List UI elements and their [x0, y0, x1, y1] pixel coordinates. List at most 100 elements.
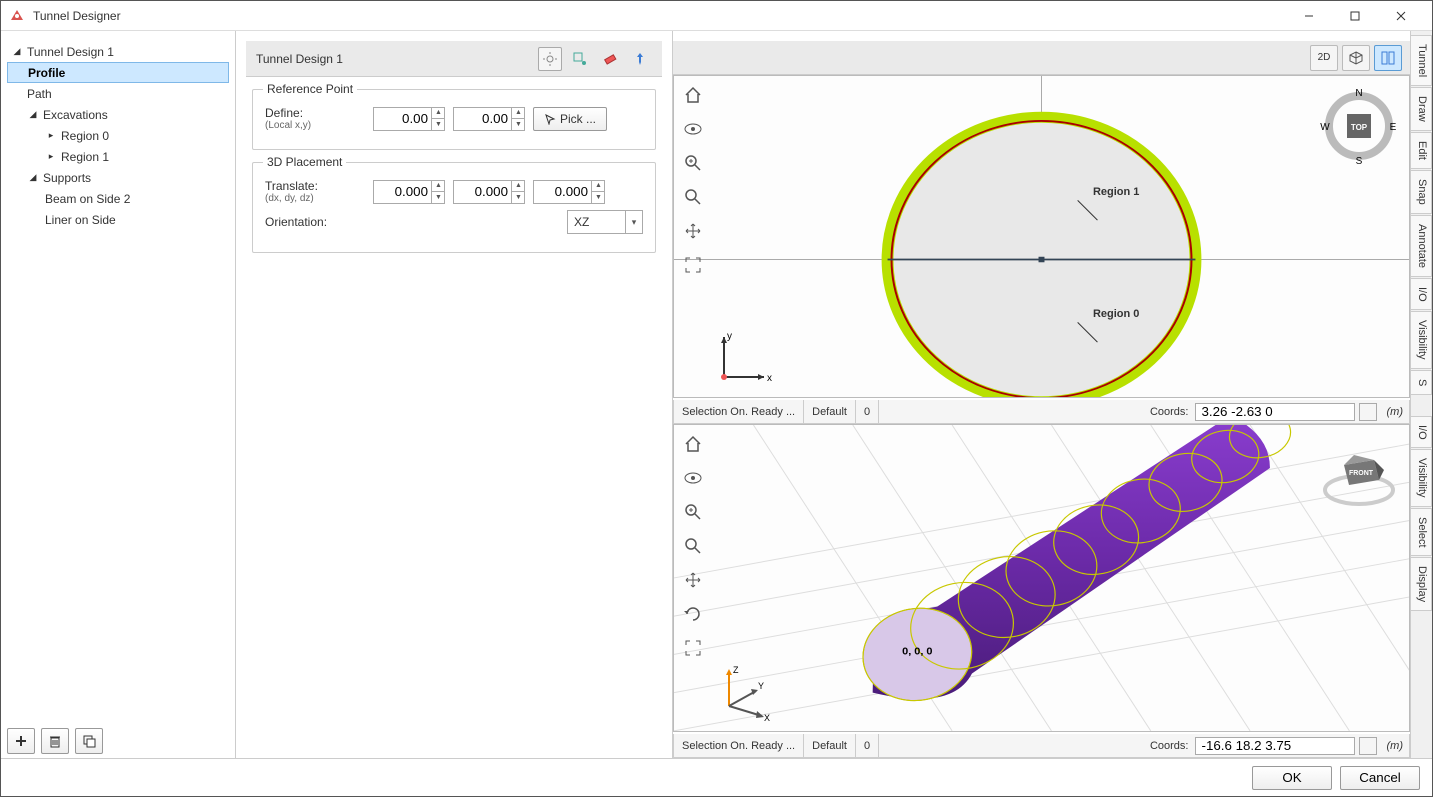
- chevron-down-icon[interactable]: ◢: [27, 172, 39, 183]
- tab-visibility[interactable]: Visibility: [1411, 311, 1432, 369]
- chevron-down-icon[interactable]: ◢: [27, 109, 39, 120]
- svg-text:E: E: [1390, 122, 1397, 133]
- tree-item-profile[interactable]: Profile: [7, 62, 229, 83]
- tab-visibility-b[interactable]: Visibility: [1411, 449, 1432, 507]
- home-icon[interactable]: [680, 431, 706, 457]
- eraser-icon[interactable]: [598, 47, 622, 71]
- orientation-label: Orientation:: [265, 215, 365, 229]
- side-tabs-bottom: I/O Visibility Select Display: [1410, 412, 1432, 758]
- fit-icon[interactable]: [680, 252, 706, 278]
- coords-input-3d[interactable]: [1195, 737, 1355, 755]
- translate-label: Translate:: [265, 179, 365, 193]
- tab-io[interactable]: I/O: [1411, 278, 1432, 311]
- svg-text:0, 0, 0: 0, 0, 0: [902, 646, 932, 658]
- zoom-icon[interactable]: [680, 533, 706, 559]
- svg-text:TOP: TOP: [1351, 123, 1368, 132]
- tab-draw[interactable]: Draw: [1411, 87, 1432, 131]
- tree-panel: ◢Tunnel Design 1 Profile Path ◢Excavatio…: [1, 31, 236, 758]
- pan-icon[interactable]: [680, 567, 706, 593]
- tree-item-beam[interactable]: Beam on Side 2: [7, 188, 229, 209]
- pick-button[interactable]: Pick ...: [533, 107, 607, 131]
- home-icon[interactable]: [680, 82, 706, 108]
- add-shape-icon[interactable]: [568, 47, 592, 71]
- tab-s[interactable]: S: [1411, 370, 1432, 395]
- zoom-in-icon[interactable]: [680, 499, 706, 525]
- spinner[interactable]: ▲▼: [511, 180, 525, 204]
- view-3d-button[interactable]: [1342, 45, 1370, 71]
- zoom-icon[interactable]: [680, 184, 706, 210]
- region1-label: Region 1: [1093, 186, 1139, 198]
- spinner[interactable]: ▲▼: [431, 107, 445, 131]
- tab-tunnel[interactable]: Tunnel: [1411, 35, 1432, 86]
- tree-item-region1[interactable]: ▸Region 1: [7, 146, 229, 167]
- orbit-icon[interactable]: [680, 601, 706, 627]
- eye-icon[interactable]: [680, 116, 706, 142]
- tree-item-region0[interactable]: ▸Region 0: [7, 125, 229, 146]
- zoom-in-icon[interactable]: [680, 150, 706, 176]
- sun-icon[interactable]: [538, 47, 562, 71]
- view-2d-button[interactable]: 2D: [1310, 45, 1338, 71]
- delete-button[interactable]: [41, 728, 69, 754]
- viewport-3d[interactable]: 0, 0, 0 Z: [673, 424, 1410, 732]
- minimize-button[interactable]: [1286, 1, 1332, 31]
- tree-item-path[interactable]: Path: [7, 83, 229, 104]
- orientation-select[interactable]: XZ: [567, 210, 643, 234]
- coords-input-2d[interactable]: [1195, 403, 1355, 421]
- close-button[interactable]: [1378, 1, 1424, 31]
- tab-snap[interactable]: Snap: [1411, 170, 1432, 214]
- svg-text:Y: Y: [758, 681, 764, 691]
- axis-gizmo-3d: Z Y X: [714, 661, 774, 721]
- region0-label: Region 0: [1093, 308, 1139, 320]
- statusbar-2d: Selection On. Ready ... Default 0 Coords…: [673, 400, 1410, 424]
- add-button[interactable]: [7, 728, 35, 754]
- tab-select-b[interactable]: Select: [1411, 508, 1432, 557]
- tab-annotate[interactable]: Annotate: [1411, 215, 1432, 277]
- properties-panel: Tunnel Design 1 Reference Point Define: …: [236, 31, 673, 758]
- reference-point-group: Reference Point Define: (Local x,y) ▲▼ ▲…: [252, 89, 656, 150]
- tree-item-excavations[interactable]: ◢Excavations: [7, 104, 229, 125]
- statusbar-3d: Selection On. Ready ... Default 0 Coords…: [673, 734, 1410, 758]
- tab-display-b[interactable]: Display: [1411, 557, 1432, 611]
- view-split-button[interactable]: [1374, 45, 1402, 71]
- window-title: Tunnel Designer: [33, 9, 1286, 23]
- eye-icon[interactable]: [680, 465, 706, 491]
- svg-text:x: x: [767, 373, 772, 384]
- tab-edit[interactable]: Edit: [1411, 132, 1432, 169]
- design-name: Tunnel Design 1: [256, 52, 538, 66]
- pin-icon[interactable]: [628, 47, 652, 71]
- copy-button[interactable]: [75, 728, 103, 754]
- side-tabs-top: Tunnel Draw Edit Snap Annotate I/O Visib…: [1410, 31, 1432, 412]
- pan-icon[interactable]: [680, 218, 706, 244]
- fit-icon[interactable]: [680, 635, 706, 661]
- pick-coords-icon[interactable]: [1359, 403, 1377, 421]
- cancel-button[interactable]: Cancel: [1340, 766, 1420, 790]
- tree-root[interactable]: ◢Tunnel Design 1: [7, 41, 229, 62]
- maximize-button[interactable]: [1332, 1, 1378, 31]
- tree-item-supports[interactable]: ◢Supports: [7, 167, 229, 188]
- svg-text:FRONT: FRONT: [1349, 470, 1374, 477]
- spinner[interactable]: ▲▼: [591, 180, 605, 204]
- viewcube-3d[interactable]: FRONT: [1319, 435, 1399, 515]
- viewport-2d[interactable]: Region 1 Region 0: [673, 75, 1410, 398]
- tab-io-b[interactable]: I/O: [1411, 416, 1432, 449]
- chevron-right-icon[interactable]: ▸: [45, 130, 57, 141]
- ok-button[interactable]: OK: [1252, 766, 1332, 790]
- view-mode-toolbar: 2D: [673, 41, 1410, 75]
- dialog-buttons: OK Cancel: [1, 758, 1432, 796]
- compass-top[interactable]: TOP N E S W: [1319, 86, 1399, 166]
- svg-text:X: X: [764, 713, 770, 721]
- pick-coords-icon[interactable]: [1359, 737, 1377, 755]
- spinner[interactable]: ▲▼: [431, 180, 445, 204]
- svg-text:W: W: [1320, 122, 1330, 133]
- titlebar: Tunnel Designer: [1, 1, 1432, 31]
- 3d-placement-group: 3D Placement Translate: (dx, dy, dz) ▲▼ …: [252, 162, 656, 253]
- chevron-down-icon[interactable]: ◢: [11, 46, 23, 57]
- app-icon: [9, 8, 25, 24]
- svg-text:y: y: [727, 331, 732, 342]
- svg-text:S: S: [1356, 156, 1363, 166]
- axis-gizmo-2d: x y: [714, 327, 774, 387]
- spinner[interactable]: ▲▼: [511, 107, 525, 131]
- svg-text:N: N: [1355, 88, 1362, 99]
- chevron-right-icon[interactable]: ▸: [45, 151, 57, 162]
- tree-item-liner[interactable]: Liner on Side: [7, 209, 229, 230]
